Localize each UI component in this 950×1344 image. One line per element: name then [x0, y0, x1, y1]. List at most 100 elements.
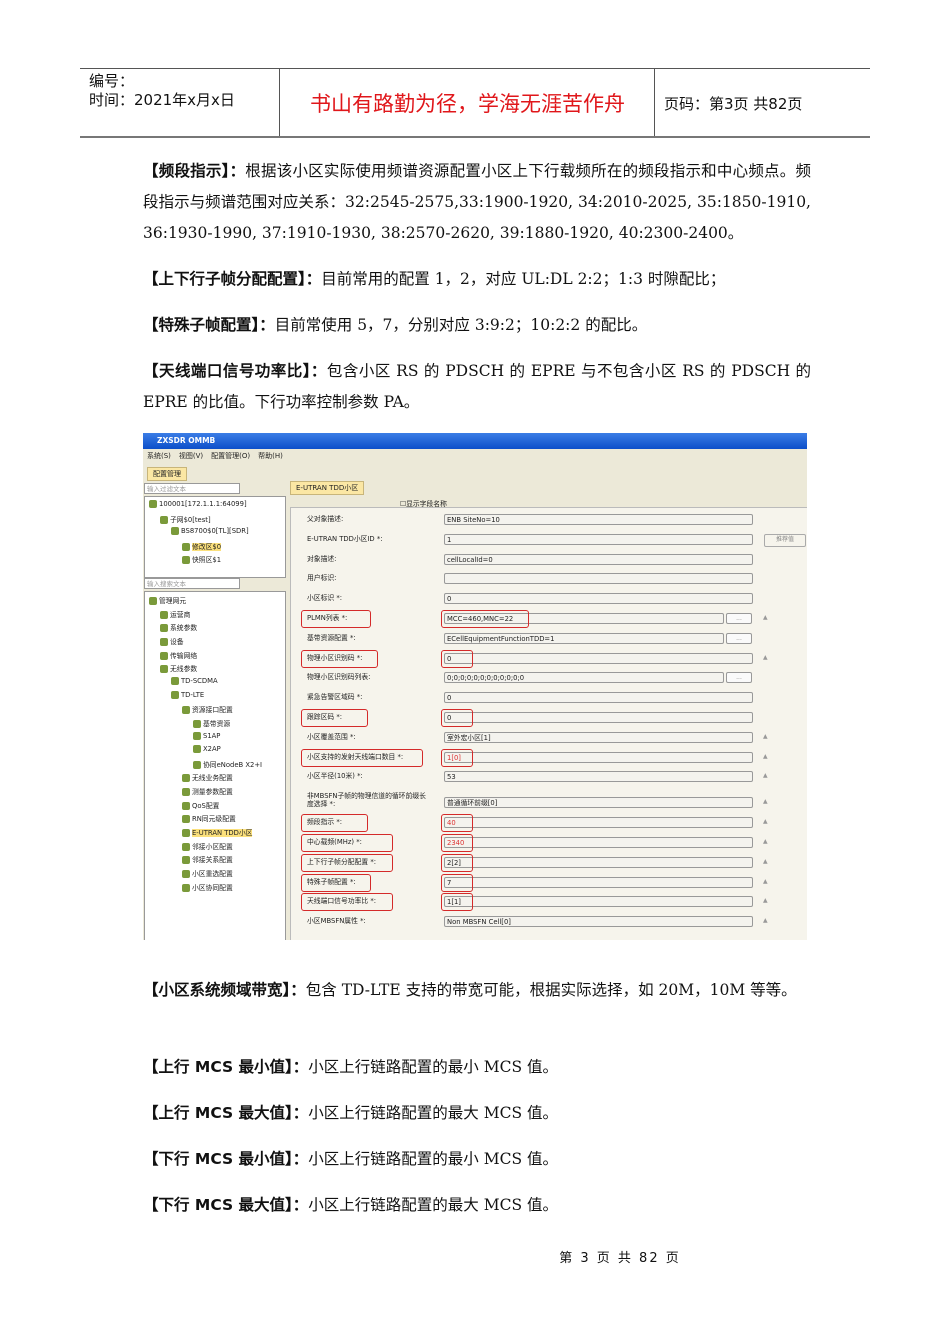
field-input[interactable]: 1 [444, 533, 753, 545]
tree-item[interactable]: S1AP [193, 731, 220, 740]
field-input[interactable]: 53 [444, 771, 753, 783]
paragraph-title: 【特殊子帧配置】： [143, 316, 275, 334]
form-row: 父对象描述: ENB SiteNo=10 [291, 512, 807, 532]
tree-item[interactable]: 无线参数 [160, 663, 197, 674]
browse-button[interactable]: ... [726, 632, 752, 644]
header-number: 编号： [89, 72, 135, 90]
field-input[interactable]: ECellEquipmentFunctionTDD=1 [444, 632, 724, 644]
tree-item[interactable]: 传输网络 [160, 650, 197, 660]
tree-item[interactable]: BS8700$0[TL][SDR] [171, 527, 249, 536]
field-input[interactable]: 0 [444, 593, 753, 605]
field-label: 非MBSFN子帧的物理信道的循环前缀长度选择 *: [307, 792, 426, 809]
menu-system[interactable]: 系统(S) [147, 451, 171, 461]
tree-node-icon [182, 556, 190, 565]
tree-item[interactable]: 小区协同配置 [182, 882, 233, 892]
tree-item-label: X2AP [203, 745, 221, 754]
tree-node-icon [182, 870, 190, 878]
tree-node-icon [171, 676, 179, 685]
paragraph-title: 【上下行子帧分配配置】： [143, 270, 322, 288]
tree-item[interactable]: 管理网元 [149, 595, 186, 605]
browse-button[interactable]: ... [726, 613, 752, 624]
tree-item[interactable]: X2AP [193, 745, 221, 754]
page-header: 编号： 时间：2021年x月x日 书山有路勤为径，学海无涯苦作舟 页码：第3页 共… [80, 68, 870, 138]
tree-item[interactable]: RN同元级配置 [182, 813, 236, 824]
field-label: 小区覆盖范围 *: [307, 732, 356, 741]
tree-item[interactable]: 协同eNodeB X2+I [193, 759, 262, 769]
arrow-up-icon: ▲ [763, 772, 768, 780]
field-label: 紧急告警区域码 *: [307, 693, 363, 702]
tree-item[interactable]: 运营商 [160, 609, 190, 619]
tree-node-icon [160, 515, 168, 524]
paragraph-body: 小区上行链路配置的最大 MCS 值。 [308, 1104, 559, 1122]
field-input[interactable]: 0 [444, 652, 753, 664]
tree-item[interactable]: 基带资源 [193, 718, 230, 728]
tree-item-label: BS8700$0[TL][SDR] [181, 527, 249, 536]
field-input[interactable]: 0 [444, 712, 753, 723]
field-input[interactable]: 40 [444, 817, 753, 829]
highlight-box [301, 709, 368, 727]
menu-config[interactable]: 配置管理(O) [211, 451, 250, 461]
filter-input[interactable]: 输入过滤文本 [144, 483, 240, 494]
field-input[interactable]: 2340 [444, 837, 753, 848]
browse-button[interactable]: ... [726, 672, 752, 684]
highlight-box [441, 610, 529, 628]
form-row: 物理小区识别码 *: 0 ▲ [291, 649, 807, 671]
header-motto: 书山有路勤为径，学海无涯苦作舟 [281, 69, 655, 136]
tree-item[interactable]: 快照区$1 [182, 554, 221, 565]
menu-view[interactable]: 视图(V) [179, 451, 203, 461]
tree-item-label: QoS配置 [192, 801, 220, 810]
tree-item[interactable]: 测量参数配置 [182, 786, 233, 797]
tree-item[interactable]: QoS配置 [182, 800, 219, 810]
menu-help[interactable]: 帮助(H) [258, 451, 283, 461]
field-input[interactable]: Non MBSFN Cell[0] [444, 916, 753, 928]
field-input[interactable] [444, 573, 753, 585]
paragraph: 【天线端口信号功率比】：包含小区 RS 的 PDSCH 的 EPRE 与不包含小… [143, 356, 811, 418]
field-input[interactable]: 1[1] [444, 896, 753, 908]
tab-config-management[interactable]: 配置管理 [147, 467, 187, 481]
field-input[interactable]: 0;0;0;0;0;0;0;0;0;0;0;0 [444, 672, 724, 684]
paragraph: 【上下行子帧分配配置】：目前常用的配置 1，2，对应 UL:DL 2:2；1:3… [143, 264, 811, 295]
tree-item[interactable]: TD-SCDMA [171, 676, 218, 685]
field-input[interactable]: 2[2] [444, 856, 753, 868]
form-row: 小区半径(10米) *: 53 ▲ [291, 769, 807, 789]
tree-item-label: TD-LTE [181, 690, 205, 699]
tree-item[interactable]: TD-LTE [171, 690, 205, 699]
tree-node-icon [193, 760, 201, 769]
paragraph: 【下行 MCS 最大值】：小区上行链路配置的最大 MCS 值。 [143, 1190, 811, 1221]
field-input[interactable]: 室外宏小区[1] [444, 731, 753, 743]
tree-item[interactable]: 子网$0[test] [160, 514, 211, 524]
tree-item[interactable]: 设备 [160, 636, 184, 646]
tree-item[interactable]: 100001[172.1.1.1:64099] [149, 500, 247, 508]
tree-item[interactable]: 邻接关系配置 [182, 854, 233, 865]
tree-item-label: 资源接口配置 [192, 706, 233, 715]
tab-eutran-tdd-cell[interactable]: E-UTRAN TDD小区 [290, 481, 365, 495]
tree-item[interactable]: 无线业务配置 [182, 772, 233, 783]
field-input[interactable]: cellLocalId=0 [444, 553, 753, 565]
tree-node-icon [182, 788, 190, 797]
tree-item[interactable]: 邻接小区配置 [182, 841, 233, 851]
paragraph-title: 【小区系统频域带宽】： [143, 981, 306, 999]
highlight-box [441, 748, 473, 767]
field-input[interactable]: 普通循环前缀[0] [444, 797, 753, 809]
search-input[interactable]: 输入搜索文本 [144, 578, 240, 589]
arrow-up-icon: ▲ [763, 877, 768, 885]
field-label: 基带资源配置 *: [307, 633, 356, 642]
highlight-box [441, 834, 473, 852]
field-input[interactable]: ENB SiteNo=10 [444, 514, 753, 525]
tree-item[interactable]: 修改区$0 [182, 541, 222, 551]
document-page: { "header":{"number_label":"编号：","time_l… [0, 0, 950, 1344]
field-label: 用户标识: [307, 574, 337, 583]
field-input[interactable]: 7 [444, 876, 753, 888]
tree-item[interactable]: 资源接口配置 [182, 704, 233, 715]
field-input[interactable]: 1[0] [444, 751, 753, 763]
arrow-up-icon: ▲ [763, 857, 768, 865]
tree-item[interactable]: E-UTRAN TDD小区 [182, 827, 253, 838]
tree-item[interactable]: 系统参数 [160, 622, 197, 633]
field-label: 物理小区识别码列表: [307, 673, 371, 682]
tree-item[interactable]: 小区重选配置 [182, 868, 233, 878]
tree-item-label: 100001[172.1.1.1:64099] [159, 500, 247, 508]
paragraph: 【上行 MCS 最大值】：小区上行链路配置的最大 MCS 值。 [143, 1098, 811, 1129]
recommend-button[interactable]: 推荐值 [764, 533, 806, 547]
field-input[interactable]: 0 [444, 692, 753, 704]
arrow-up-icon: ▲ [763, 614, 768, 621]
